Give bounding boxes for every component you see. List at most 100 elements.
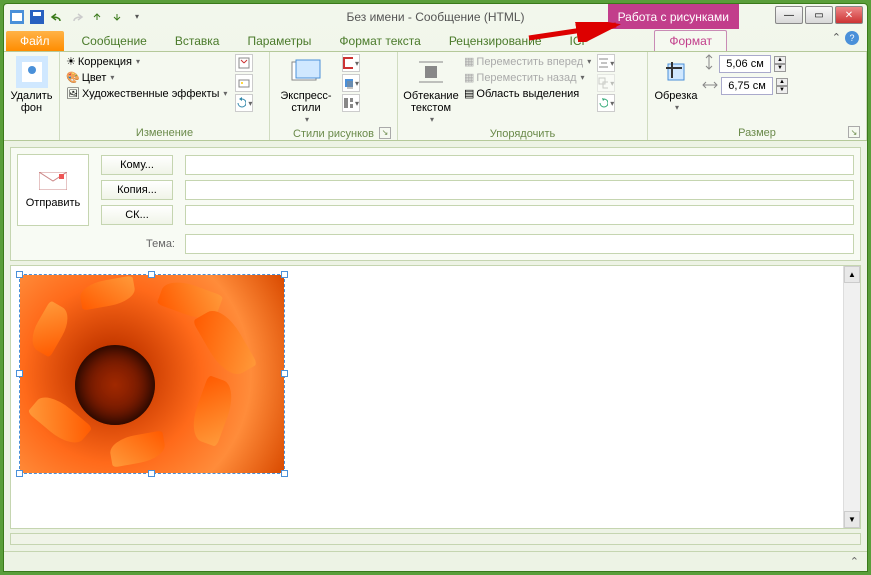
height-up[interactable]: ▲ [774, 56, 786, 64]
tab-icp[interactable]: ICP [556, 31, 604, 51]
picture-styles-icon [290, 56, 322, 88]
help-icon[interactable]: ? [845, 31, 859, 45]
flower-image [20, 275, 284, 473]
message-header: Отправить Кому... Копия... СК... Тема: [10, 147, 861, 261]
compress-pictures-button[interactable] [235, 54, 253, 72]
ribbon-tabs: Файл Сообщение Вставка Параметры Формат … [4, 29, 867, 51]
color-icon: 🎨 [66, 71, 80, 84]
send-button[interactable]: Отправить [17, 154, 89, 226]
quick-access-toolbar: ▾ [4, 8, 146, 26]
scroll-down-button[interactable]: ▼ [844, 511, 860, 528]
save-button[interactable] [28, 8, 46, 26]
envelope-icon [39, 172, 67, 193]
titlebar: ▾ Без имени - Сообщение (HTML) Работа с … [4, 4, 867, 29]
wrap-text-button[interactable]: Обтекание текстом▾ [402, 54, 460, 127]
bring-forward-icon: ▦ [464, 55, 474, 68]
width-control[interactable]: ▲▼ [702, 77, 788, 95]
quick-styles-button[interactable]: Экспресс-стили▾ [274, 54, 338, 127]
width-icon [702, 78, 718, 95]
resize-handle-br[interactable] [281, 470, 288, 477]
picture-effects-button[interactable]: ▾ [342, 74, 360, 92]
group-label-adjust: Изменение [136, 127, 193, 139]
change-picture-button[interactable] [235, 74, 253, 92]
width-input[interactable] [721, 77, 773, 95]
window-title: Без имени - Сообщение (HTML) [346, 10, 524, 24]
align-button[interactable]: ▾ [597, 54, 615, 72]
prev-item-button[interactable] [88, 8, 106, 26]
width-up[interactable]: ▲ [776, 78, 788, 86]
undo-button[interactable] [48, 8, 66, 26]
subject-label: Тема: [17, 238, 181, 250]
styles-dialog-launcher[interactable]: ↘ [379, 127, 391, 139]
redo-button[interactable] [68, 8, 86, 26]
height-input[interactable] [719, 55, 771, 73]
bcc-button[interactable]: СК... [101, 205, 173, 225]
resize-handle-bl[interactable] [16, 470, 23, 477]
resize-handle-tr[interactable] [281, 271, 288, 278]
tab-insert[interactable]: Вставка [161, 31, 234, 51]
cc-button[interactable]: Копия... [101, 180, 173, 200]
group-label-size: Размер [738, 127, 776, 139]
close-button[interactable]: ✕ [835, 6, 863, 24]
crop-icon [660, 56, 692, 88]
ribbon-minimize-icon[interactable]: ⌃ [832, 31, 841, 45]
tab-message[interactable]: Сообщение [68, 31, 161, 51]
to-field[interactable] [185, 155, 854, 175]
effects-icon: 🖼 [66, 87, 80, 100]
contextual-tab-picture-tools: Работа с рисунками [608, 4, 739, 29]
crop-button[interactable]: Обрезка▾ [652, 54, 700, 115]
selection-pane-button[interactable]: ▤Область выделения [462, 86, 593, 101]
scroll-up-button[interactable]: ▲ [844, 266, 860, 283]
message-body[interactable]: ▲ ▼ [10, 265, 861, 529]
color-button[interactable]: 🎨Цвет▾ [64, 70, 229, 85]
cc-field[interactable] [185, 180, 854, 200]
rotate-button[interactable]: ▾ [597, 94, 615, 112]
resize-handle-tl[interactable] [16, 271, 23, 278]
tab-options[interactable]: Параметры [233, 31, 325, 51]
subject-field[interactable] [185, 234, 854, 254]
resize-handle-tm[interactable] [148, 271, 155, 278]
height-control[interactable]: ▲▼ [702, 54, 788, 73]
selected-image[interactable] [19, 274, 285, 474]
compose-area: Отправить Кому... Копия... СК... Тема: [4, 141, 867, 551]
resize-handle-rm[interactable] [281, 370, 288, 377]
brightness-icon: ☀ [66, 55, 76, 68]
app-icon[interactable] [8, 8, 26, 26]
window-controls: — ▭ ✕ [775, 6, 863, 24]
tab-format[interactable]: Формат [654, 30, 727, 51]
send-backward-icon: ▦ [464, 71, 474, 84]
tab-file[interactable]: Файл [6, 31, 64, 51]
height-down[interactable]: ▼ [774, 64, 786, 72]
remove-background-button[interactable]: Удалить фон [8, 54, 55, 116]
wrap-text-icon [415, 56, 447, 88]
maximize-button[interactable]: ▭ [805, 6, 833, 24]
minimize-button[interactable]: — [775, 6, 803, 24]
resize-handle-bm[interactable] [148, 470, 155, 477]
size-dialog-launcher[interactable]: ↘ [848, 126, 860, 138]
statusbar-expand-icon[interactable]: ⌃ [850, 555, 859, 568]
next-item-button[interactable] [108, 8, 126, 26]
group-label-styles: Стили рисунков [293, 128, 374, 140]
tab-format-text[interactable]: Формат текста [325, 31, 434, 51]
ribbon: Удалить фон ☀Коррекция▾ 🎨Цвет▾ 🖼Художест… [4, 51, 867, 141]
corrections-button[interactable]: ☀Коррекция▾ [64, 54, 229, 69]
reset-picture-button[interactable]: ▾ [235, 94, 253, 112]
bcc-field[interactable] [185, 205, 854, 225]
send-backward-button: ▦Переместить назад▾ [462, 70, 593, 85]
vertical-scrollbar[interactable]: ▲ ▼ [843, 266, 860, 528]
to-button[interactable]: Кому... [101, 155, 173, 175]
group-button[interactable]: ▾ [597, 74, 615, 92]
app-window: ▾ Без имени - Сообщение (HTML) Работа с … [3, 3, 868, 572]
artistic-effects-button[interactable]: 🖼Художественные эффекты▾ [64, 86, 229, 101]
tab-review[interactable]: Рецензирование [435, 31, 556, 51]
width-down[interactable]: ▼ [776, 86, 788, 94]
qat-customize[interactable]: ▾ [128, 8, 146, 26]
resize-handle-lm[interactable] [16, 370, 23, 377]
statusbar: ⌃ [4, 551, 867, 571]
group-label-arrange: Упорядочить [490, 128, 555, 140]
picture-border-button[interactable]: ▾ [342, 54, 360, 72]
picture-layout-button[interactable]: ▾ [342, 94, 360, 112]
bring-forward-button: ▦Переместить вперед▾ [462, 54, 593, 69]
remove-bg-icon [16, 56, 48, 88]
height-icon [702, 54, 716, 73]
